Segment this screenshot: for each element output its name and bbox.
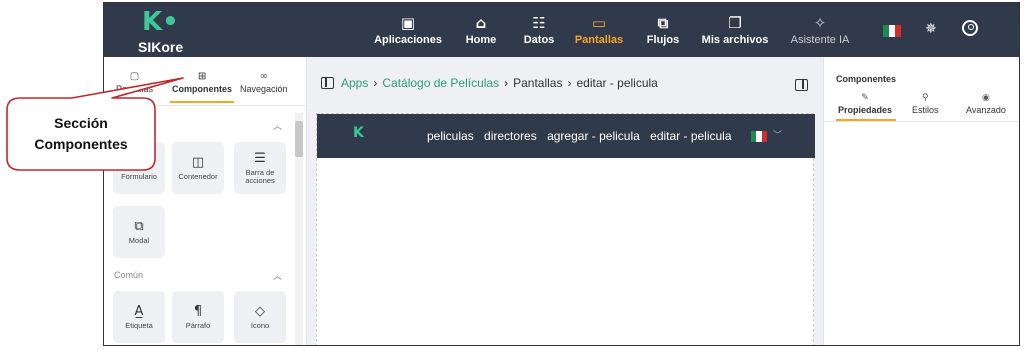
user-profile-icon[interactable] [962, 20, 978, 36]
tab-label: Pantallas [116, 84, 154, 94]
nav-label: Mis archivos [701, 33, 769, 46]
tile-label: Barra de acciones [245, 167, 275, 185]
collapse-chevron-icon[interactable]: ︿ [273, 119, 282, 132]
tab-componentes[interactable]: ⊞ Componentes [172, 71, 232, 94]
callout-sección-componentes: Sección Componentes [7, 97, 155, 170]
tab-propiedades[interactable]: ✎ Propiedades [838, 93, 892, 115]
action-bar-icon: ☰ [254, 150, 266, 166]
right-panel-title: Componentes [836, 74, 897, 84]
modal-icon: ⧉ [134, 218, 144, 234]
tile-label: Icono [250, 320, 270, 330]
container-icon: ◫ [191, 154, 205, 170]
nav-aplicaciones[interactable]: ▣ Aplicaciones [374, 3, 442, 57]
nav-asistente-ia[interactable]: ✧ Asistente IA [787, 3, 853, 57]
settings-icon[interactable]: ✵ [925, 21, 937, 37]
preview-link-directores[interactable]: directores [484, 129, 537, 143]
files-icon: ❐ [728, 13, 742, 32]
tile-label: Párrafo [185, 320, 211, 330]
eye-icon: ◉ [982, 93, 990, 103]
tab-estilos[interactable]: ⚲ Estilos [912, 93, 939, 115]
scrollbar-thumb[interactable] [295, 121, 303, 157]
tab-pantallas[interactable]: ▢ Pantallas [116, 71, 153, 94]
brand-name: SIKore [138, 39, 184, 55]
breadcrumb-separator-icon: › [567, 76, 572, 90]
app-window: K• SIKore ▣ Aplicaciones ⌂ Home ☷ Datos … [103, 2, 1020, 346]
nav-pantallas[interactable]: ▭ Pantallas [574, 3, 624, 57]
screen-icon: ▭ [591, 13, 607, 32]
component-barra-de-acciones[interactable]: ☰ Barra de acciones [234, 142, 286, 194]
k-logo-icon: K• [142, 7, 179, 37]
component-modal[interactable]: ⧉ Modal [113, 206, 165, 258]
database-icon: ☷ [532, 13, 546, 32]
shapes-icon: ◇ [255, 303, 265, 319]
component-icono[interactable]: ◇ Icono [234, 291, 286, 343]
collapse-chevron-icon[interactable]: ︿ [273, 269, 282, 282]
nav-label: Asistente IA [790, 33, 850, 46]
preview-logo-icon: K [353, 125, 364, 141]
preview-link-agregar[interactable]: agregar - pelicula [547, 129, 640, 143]
active-tab-indicator [170, 101, 234, 103]
nav-home[interactable]: ⌂ Home [461, 3, 501, 57]
tab-avanzado[interactable]: ◉ Avanzado [966, 93, 1006, 115]
nav-label: Datos [523, 33, 555, 46]
pencil-icon: ✎ [861, 93, 869, 103]
left-panel-scrollbar[interactable] [295, 113, 303, 345]
apps-icon: ▣ [400, 13, 416, 32]
tab-label: Propiedades [838, 105, 893, 115]
callout-line-1: Sección [54, 114, 108, 131]
label-icon: A̲ [134, 303, 144, 319]
flow-icon: ⧉ [657, 13, 669, 32]
sparkle-icon: ✧ [813, 13, 827, 32]
tile-label: Contenedor [178, 171, 218, 181]
tile-label: Etiqueta [125, 320, 153, 330]
tab-label: Componentes [172, 84, 233, 94]
breadcrumb-catalogo[interactable]: Catálogo de Películas [382, 76, 499, 90]
file-icon: ▢ [129, 71, 140, 82]
tab-navegacion[interactable]: ∞ Navegación [240, 71, 288, 94]
nav-datos[interactable]: ☷ Datos [519, 3, 559, 57]
paragraph-icon: ¶ [193, 303, 203, 319]
chevron-down-icon[interactable]: ﹀ [773, 128, 782, 141]
section-comun-label: Común [114, 270, 144, 280]
component-etiqueta[interactable]: A̲ Etiqueta [113, 291, 165, 343]
callout-line-2: Componentes [34, 135, 128, 152]
preview-nav-links: peliculas directores agregar - pelicula … [427, 129, 739, 143]
screen-preview[interactable]: K peliculas directores agregar - pelicul… [316, 113, 815, 345]
breadcrumb: Apps › Catálogo de Películas › Pantallas… [321, 76, 658, 90]
tab-label: Navegación [240, 84, 288, 94]
component-contenedor[interactable]: ◫ Contenedor [172, 142, 224, 194]
mexico-flag-icon[interactable] [751, 131, 767, 142]
nav-label: Home [465, 33, 497, 46]
paint-icon: ⚲ [921, 93, 929, 103]
tab-label: Avanzado [966, 105, 1006, 115]
component-parrafo[interactable]: ¶ Párrafo [172, 291, 224, 343]
mexico-flag-icon[interactable] [883, 25, 901, 37]
right-panel: Componentes ✎ Propiedades ⚲ Estilos ◉ Av… [823, 57, 1019, 345]
nav-label: Aplicaciones [374, 33, 442, 46]
tile-label: Formulario [121, 171, 157, 181]
link-icon: ∞ [259, 71, 268, 82]
preview-navbar: K peliculas directores agregar - pelicul… [317, 114, 815, 158]
sikore-logo[interactable]: K• SIKore [132, 7, 192, 55]
breadcrumb-pantallas[interactable]: Pantallas [513, 76, 562, 90]
toggle-left-panel-icon[interactable] [321, 77, 334, 89]
toggle-right-panel-icon[interactable] [795, 79, 808, 91]
components-icon: ⊞ [197, 71, 207, 82]
breadcrumb-apps[interactable]: Apps [341, 76, 368, 90]
divider [824, 121, 1019, 122]
tile-label: Modal [128, 235, 150, 245]
breadcrumb-separator-icon: › [373, 76, 378, 90]
editor-canvas-area: Apps › Catálogo de Películas › Pantallas… [307, 57, 823, 345]
breadcrumb-separator-icon: › [504, 76, 509, 90]
home-icon: ⌂ [475, 13, 487, 32]
nav-label: Flujos [646, 33, 680, 46]
nav-mis-archivos[interactable]: ❐ Mis archivos [700, 3, 770, 57]
preview-link-editar[interactable]: editar - pelicula [650, 129, 731, 143]
tab-label: Estilos [912, 105, 939, 115]
top-navigation-bar: K• SIKore ▣ Aplicaciones ⌂ Home ☷ Datos … [104, 3, 1019, 57]
nav-label: Pantallas [574, 33, 624, 46]
breadcrumb-current: editar - pelicula [576, 76, 658, 90]
preview-link-peliculas[interactable]: peliculas [427, 129, 474, 143]
nav-flujos[interactable]: ⧉ Flujos [643, 3, 683, 57]
